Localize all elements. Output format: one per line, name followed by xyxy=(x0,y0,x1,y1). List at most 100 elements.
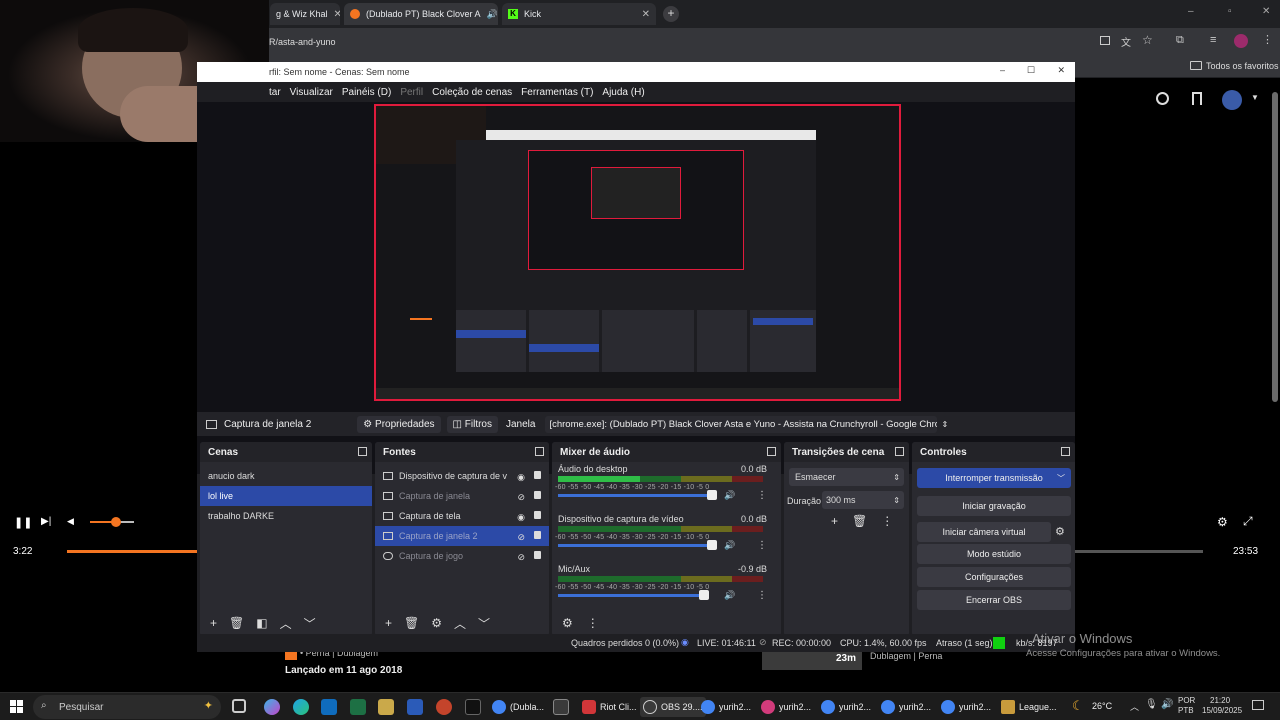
menu-item-view[interactable]: Visualizar xyxy=(290,87,333,98)
scene-item[interactable]: anucio dark xyxy=(200,466,372,486)
chrome-tab-2[interactable]: (Dublado PT) Black Clover A 🔊 ✕ xyxy=(344,3,498,25)
gear-icon[interactable]: ⚙ xyxy=(1055,525,1065,538)
next-icon[interactable]: ▶| xyxy=(41,516,51,527)
trash-icon[interactable]: 🗑 xyxy=(852,514,867,528)
weather-moon-icon[interactable]: ☾ xyxy=(1072,698,1084,714)
word-icon[interactable] xyxy=(407,699,423,715)
gear-icon[interactable]: ⚙ xyxy=(562,616,573,630)
studio-mode-button[interactable]: Modo estúdio xyxy=(917,544,1071,564)
menu-item-profile[interactable]: Perfil xyxy=(400,87,423,98)
lock-icon[interactable] xyxy=(534,551,541,559)
taskbar-app-chrome-2[interactable]: yurih2... xyxy=(701,697,751,717)
more-icon[interactable]: ⋮ xyxy=(757,490,767,501)
bookmark-icon[interactable] xyxy=(1192,92,1202,105)
stop-streaming-button[interactable]: Interromper transmissão ﹀ xyxy=(917,468,1071,488)
exit-button[interactable]: Encerrar OBS xyxy=(917,590,1071,610)
speaker-icon[interactable]: 🔊 xyxy=(724,540,735,551)
more-icon[interactable]: ⋮ xyxy=(587,616,599,630)
menu-item-help[interactable]: Ajuda (H) xyxy=(602,87,644,98)
mic-icon[interactable]: 🎙 xyxy=(1145,699,1158,710)
volume-icon[interactable]: ◀ xyxy=(67,516,74,527)
add-icon[interactable]: + xyxy=(385,616,392,630)
volume-track[interactable] xyxy=(558,594,708,597)
page-scrollbar[interactable] xyxy=(1272,92,1278,402)
windows-start-icon[interactable] xyxy=(10,700,23,713)
outlook-icon[interactable] xyxy=(321,699,337,715)
pause-icon[interactable]: ❚❚ xyxy=(14,516,32,529)
file-explorer-icon[interactable] xyxy=(378,699,394,715)
volume-knob[interactable] xyxy=(707,490,717,500)
taskbar-app-chrome-4[interactable]: yurih2... xyxy=(821,697,871,717)
task-view-icon[interactable] xyxy=(232,699,246,713)
profile-avatar[interactable] xyxy=(1234,34,1248,48)
minimize-icon[interactable]: – xyxy=(1000,65,1005,75)
settings-button[interactable]: Configurações xyxy=(917,567,1071,587)
taskbar-app-chrome-5[interactable]: yurih2... xyxy=(881,697,931,717)
trash-icon[interactable]: 🗑 xyxy=(404,616,419,630)
taskbar-app-chrome[interactable]: (Dubla... xyxy=(492,697,544,717)
volume-knob[interactable] xyxy=(707,540,717,550)
spinner-icon[interactable]: ⇕ xyxy=(893,496,900,505)
new-tab-button[interactable]: + xyxy=(663,6,679,22)
eye-icon[interactable]: ◉ xyxy=(517,472,525,483)
star-icon[interactable]: ☆ xyxy=(1142,33,1153,47)
notification-icon[interactable] xyxy=(1252,700,1264,710)
chrome-tab-3[interactable]: K Kick ✕ xyxy=(502,3,656,25)
duration-input[interactable]: 300 ms ⇕ xyxy=(822,491,904,509)
taskbar-app-obs[interactable]: OBS 29.... xyxy=(640,697,706,717)
powerpoint-icon[interactable] xyxy=(436,699,452,715)
clock-date[interactable]: 15/09/2025 xyxy=(1202,706,1242,715)
eye-off-icon[interactable]: ⊘ xyxy=(517,532,525,543)
copilot-icon[interactable] xyxy=(264,699,280,715)
close-icon[interactable]: ✕ xyxy=(1057,65,1065,76)
chevron-down-icon[interactable]: ﹀ xyxy=(1057,473,1065,484)
window-select[interactable]: [chrome.exe]: (Dublado PT) Black Clover … xyxy=(545,415,938,433)
taskbar-app-chrome-3[interactable]: yurih2... xyxy=(761,697,811,717)
scene-item[interactable]: trabalho DARKE xyxy=(200,506,372,526)
filters-button[interactable]: ◫ Filtros xyxy=(446,415,498,433)
properties-button[interactable]: ⚙ Propriedades xyxy=(357,415,441,433)
close-icon[interactable]: ✕ xyxy=(1262,6,1270,17)
chevron-up-icon[interactable]: ︿ xyxy=(280,615,292,632)
fullscreen-icon[interactable]: ⤢ xyxy=(1243,514,1253,529)
taskbar-search[interactable]: ⌕ Pesquisar ✦ xyxy=(33,695,221,719)
maximize-icon[interactable]: ☐ xyxy=(1027,65,1035,76)
add-icon[interactable]: + xyxy=(210,616,217,630)
install-icon[interactable] xyxy=(1100,36,1110,45)
chrome-tab-1[interactable]: g & Wiz Khal ✕ xyxy=(270,3,340,25)
chevron-up-icon[interactable]: ︿ xyxy=(1130,700,1139,713)
source-item[interactable]: Captura de janela ⊘ xyxy=(375,486,549,506)
start-virtual-camera-button[interactable]: Iniciar câmera virtual xyxy=(917,522,1051,542)
extensions-icon[interactable]: ⧉ xyxy=(1176,34,1184,47)
menu-item-docks[interactable]: Painéis (D) xyxy=(342,87,391,98)
restore-icon[interactable]: ▫ xyxy=(1228,6,1232,17)
popout-icon[interactable] xyxy=(358,447,367,456)
source-item[interactable]: Dispositivo de captura de v ◉ xyxy=(375,466,549,486)
translate-icon[interactable]: 文 xyxy=(1121,34,1131,49)
chevron-down-icon[interactable]: ﹀ xyxy=(478,615,490,632)
source-item[interactable]: Captura de tela ◉ xyxy=(375,506,549,526)
eye-icon[interactable]: ◉ xyxy=(517,512,525,523)
volume-knob[interactable] xyxy=(111,517,122,527)
scene-item-selected[interactable]: lol live xyxy=(200,486,372,506)
start-recording-button[interactable]: Iniciar gravação xyxy=(917,496,1071,516)
more-icon[interactable]: ⋮ xyxy=(757,590,767,601)
lock-icon[interactable] xyxy=(534,491,541,499)
add-icon[interactable]: + xyxy=(831,514,838,528)
menu-icon[interactable]: ⋮ xyxy=(1262,33,1273,46)
popout-icon[interactable] xyxy=(767,447,776,456)
address-bar[interactable]: R/asta-and-yuno xyxy=(269,37,336,47)
gear-icon[interactable]: ⚙ xyxy=(1217,515,1228,529)
volume-knob[interactable] xyxy=(699,590,709,600)
clock-time[interactable]: 21:20 xyxy=(1210,696,1230,705)
eye-off-icon[interactable]: ⊘ xyxy=(517,492,525,503)
menu-item-tools-partial[interactable]: tar xyxy=(269,87,281,98)
language-code[interactable]: POR xyxy=(1178,696,1195,705)
speaker-icon[interactable]: 🔊 xyxy=(1161,699,1173,710)
avatar[interactable] xyxy=(1222,90,1242,110)
minimize-icon[interactable]: – xyxy=(1188,6,1194,17)
close-icon[interactable]: ✕ xyxy=(642,9,650,20)
eye-off-icon[interactable]: ⊘ xyxy=(517,552,525,563)
lock-icon[interactable] xyxy=(534,531,541,539)
filter-icon[interactable]: ◧ xyxy=(256,616,267,630)
